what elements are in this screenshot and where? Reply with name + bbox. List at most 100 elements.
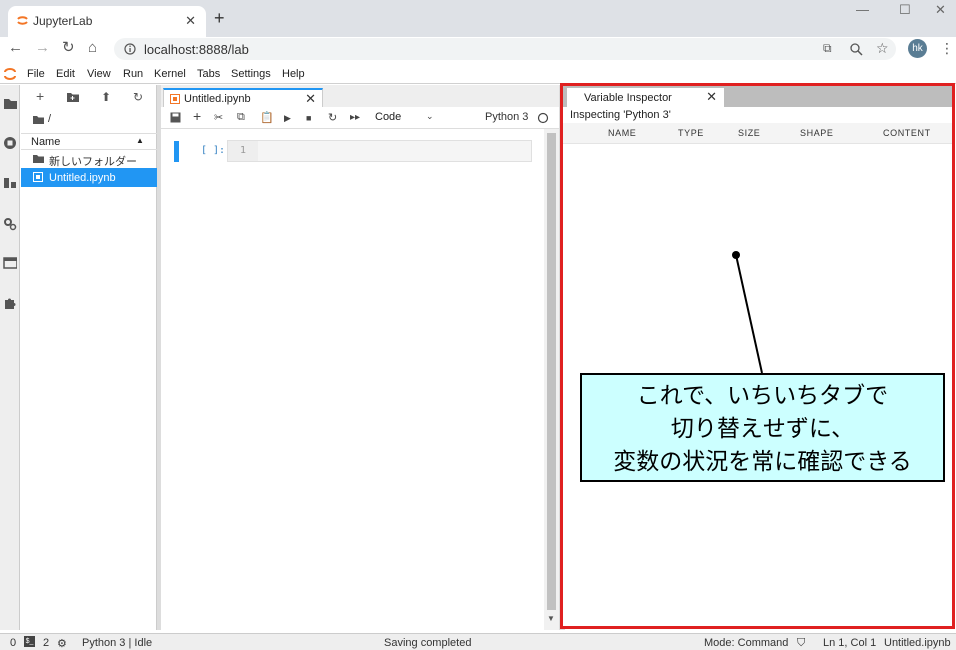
- chevron-down-icon: ⌄: [426, 111, 434, 121]
- menu-file[interactable]: File: [27, 68, 45, 80]
- annotation-callout: これで、いちいちタブで 切り替えせずに、 変数の状況を常に確認できる: [580, 373, 945, 482]
- info-icon: [124, 43, 136, 55]
- browser-menu-icon[interactable]: ⋮: [940, 40, 954, 57]
- reload-icon[interactable]: ↻: [62, 39, 75, 57]
- highlight-frame: [560, 83, 955, 629]
- file-item-label: Untitled.ipynb: [49, 172, 116, 184]
- menu-run[interactable]: Run: [123, 68, 143, 80]
- callout-line-2: 切り替えせずに、: [670, 415, 855, 441]
- browser-tab-title: JupyterLab: [33, 14, 93, 28]
- stop-icon[interactable]: ■: [306, 113, 311, 123]
- status-file[interactable]: Untitled.ipynb: [884, 637, 951, 649]
- status-count-terminals[interactable]: 0: [10, 637, 16, 649]
- column-name-label: Name: [31, 136, 61, 148]
- window-close-icon[interactable]: ✕: [935, 2, 946, 18]
- status-count-kernels[interactable]: 2: [43, 637, 49, 649]
- file-item-notebook-selected[interactable]: Untitled.ipynb: [21, 168, 157, 187]
- status-message: Saving completed: [384, 637, 472, 649]
- cell-prompt: [ ]:: [201, 145, 226, 156]
- notebook-tab-icon: [170, 94, 180, 104]
- menu-view[interactable]: View: [87, 68, 111, 80]
- forward-icon[interactable]: →: [35, 39, 50, 57]
- menu-settings[interactable]: Settings: [231, 68, 271, 80]
- paste-icon[interactable]: 📋: [260, 111, 274, 124]
- back-icon[interactable]: ←: [8, 39, 23, 57]
- file-browser: + ⬆ ↻ / Name ▲ 新しいフォルダー Untitled.ipynb: [21, 85, 157, 630]
- zoom-icon[interactable]: [850, 43, 863, 56]
- notebook-tab-close-icon[interactable]: ✕: [305, 91, 316, 107]
- running-icon[interactable]: [3, 136, 17, 150]
- cut-icon[interactable]: ✂: [214, 111, 223, 124]
- kernel-status-icon: [537, 112, 549, 124]
- status-cursor[interactable]: Ln 1, Col 1: [823, 637, 876, 649]
- maximize-icon[interactable]: ☐: [899, 2, 911, 18]
- callout-line-3: 変数の状況を常に確認できる: [613, 448, 912, 474]
- status-bar: 0 $_ 2 ⚙ Python 3 | Idle Saving complete…: [0, 633, 956, 650]
- minimize-icon[interactable]: —: [856, 2, 869, 17]
- new-launcher-icon[interactable]: +: [36, 88, 44, 104]
- menu-help[interactable]: Help: [282, 68, 305, 80]
- sort-caret-icon: ▲: [136, 136, 144, 145]
- bookmark-star-icon[interactable]: ☆: [876, 40, 889, 57]
- file-browser-toolbar: + ⬆ ↻: [21, 85, 157, 109]
- line-number: 1: [228, 141, 258, 161]
- cell-type-value: Code: [375, 111, 402, 123]
- file-list-header[interactable]: Name ▲: [21, 133, 157, 150]
- notebook-scrollbar[interactable]: ▼: [544, 129, 559, 630]
- file-item-folder[interactable]: 新しいフォルダー: [21, 149, 157, 168]
- notebook-icon: [33, 172, 43, 182]
- tabs-icon[interactable]: [3, 257, 17, 269]
- refresh-icon[interactable]: ↻: [133, 90, 143, 104]
- new-tab-icon[interactable]: +: [214, 8, 225, 28]
- scrollbar-thumb[interactable]: [547, 133, 556, 610]
- breadcrumb-folder-icon[interactable]: [33, 115, 44, 124]
- browser-tabstrip: JupyterLab ✕ + — ☐ ✕: [0, 0, 956, 37]
- restart-icon[interactable]: ↻: [328, 111, 337, 124]
- file-item-label: 新しいフォルダー: [49, 156, 137, 168]
- jupyter-menubar: File Edit View Run Kernel Tabs Settings …: [0, 64, 956, 84]
- kernel-name[interactable]: Python 3: [485, 111, 528, 123]
- home-icon[interactable]: ⌂: [88, 39, 97, 57]
- notebook-tab-title: Untitled.ipynb: [184, 93, 251, 105]
- notebook-toolbar: + ✂ ⧉ 📋 ▶ ■ ↻ ▸▸ Code ⌄ Python 3: [161, 107, 559, 129]
- commands-icon[interactable]: [3, 177, 17, 189]
- status-mode[interactable]: Mode: Command: [704, 637, 788, 649]
- extension-puzzle-icon[interactable]: [3, 296, 17, 310]
- address-url: localhost:8888/lab: [144, 42, 249, 57]
- shield-icon[interactable]: ⛉: [797, 637, 805, 650]
- browser-tab-jupyterlab[interactable]: JupyterLab ✕: [8, 6, 206, 37]
- address-bar[interactable]: localhost:8888/lab ⧉ ☆: [114, 38, 896, 60]
- breadcrumb[interactable]: /: [48, 113, 51, 125]
- tab-untitled-notebook[interactable]: Untitled.ipynb ✕: [163, 88, 323, 107]
- menu-edit[interactable]: Edit: [56, 68, 75, 80]
- insert-cell-icon[interactable]: +: [193, 108, 201, 124]
- browser-tab-close-icon[interactable]: ✕: [185, 13, 196, 29]
- status-kernel-state[interactable]: Python 3 | Idle: [82, 637, 152, 649]
- kernel-gear-icon[interactable]: ⚙: [57, 637, 67, 650]
- jupyter-logo-icon: [17, 16, 28, 25]
- notebook-tabbar: Untitled.ipynb ✕: [161, 85, 559, 107]
- menu-kernel[interactable]: Kernel: [154, 68, 186, 80]
- callout-line-1: これで、いちいちタブで: [636, 382, 889, 408]
- property-inspector-gear-icon[interactable]: [3, 217, 17, 231]
- folder-icon[interactable]: [3, 97, 17, 109]
- jupyter-menubar-logo-icon: [4, 68, 16, 80]
- new-folder-icon[interactable]: [67, 92, 79, 102]
- terminal-icon[interactable]: $_: [24, 636, 35, 647]
- translate-icon[interactable]: ⧉: [823, 41, 832, 56]
- fast-forward-icon[interactable]: ▸▸: [350, 112, 360, 123]
- upload-icon[interactable]: ⬆: [101, 90, 111, 104]
- code-cell-input[interactable]: 1: [227, 140, 532, 162]
- run-icon[interactable]: ▶: [284, 113, 291, 124]
- active-cell-indicator: [174, 141, 179, 162]
- save-icon[interactable]: [170, 112, 181, 123]
- scroll-down-icon[interactable]: ▼: [547, 614, 555, 623]
- folder-icon: [33, 155, 44, 163]
- copy-icon[interactable]: ⧉: [237, 111, 245, 124]
- left-sidebar: [0, 85, 20, 630]
- notebook-body[interactable]: [ ]: 1: [161, 129, 544, 630]
- cell-type-select[interactable]: Code ⌄: [371, 108, 439, 128]
- menu-tabs[interactable]: Tabs: [197, 68, 220, 80]
- browser-toolbar: ← → ↻ ⌂ localhost:8888/lab ⧉ ☆ hk ⋮: [0, 37, 956, 61]
- profile-avatar[interactable]: hk: [908, 39, 927, 58]
